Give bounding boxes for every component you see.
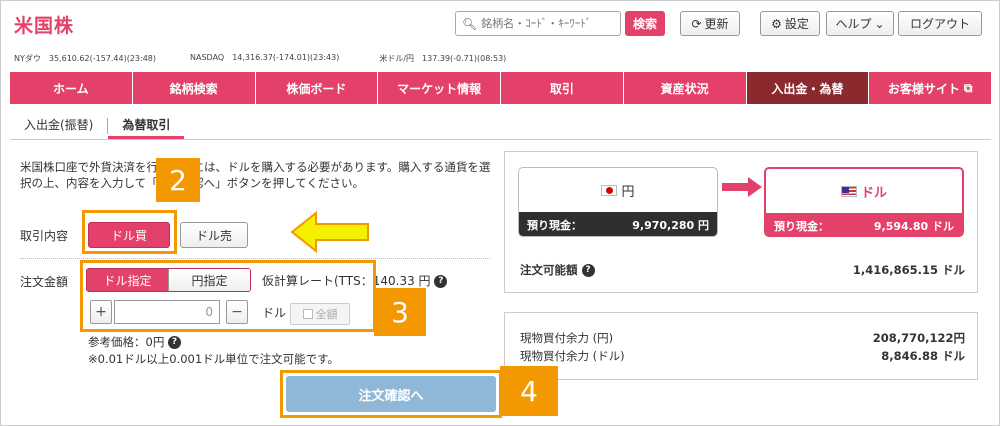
jpy-balance-card: 円 預り現金： 9,970,280 円: [518, 167, 718, 237]
ticker-item: 米ドル/円 137.39(-0.71)(08:53): [379, 54, 507, 63]
external-link-icon: ⧉: [963, 80, 973, 95]
usd-balance-card: ドル 預り現金： 9,594.80 ドル: [764, 167, 964, 237]
tab-fx-trade[interactable]: 為替取引: [108, 112, 185, 139]
reference-price: 参考価格：0円 ?: [88, 334, 181, 350]
help-menu-button[interactable]: ヘルプ ⌄: [826, 11, 894, 36]
step-badge-2: 2: [156, 158, 200, 202]
nav-assets[interactable]: 資産状況: [623, 72, 747, 104]
tab-transfer[interactable]: 入出金(振替): [10, 112, 107, 139]
help-icon[interactable]: ?: [581, 264, 595, 277]
trade-type-label: 取引内容: [20, 229, 69, 243]
refresh-button[interactable]: ⟳ 更新: [680, 11, 740, 36]
buying-power-usd: 現物買付余力 (ドル) 8,846.88 ドル: [520, 349, 965, 363]
orderable-amount: 注文可能額 ? 1,416,865.15 ドル: [520, 263, 965, 277]
divider: [20, 258, 490, 259]
settings-button[interactable]: ⚙ 設定: [760, 11, 820, 36]
nav-customer-site[interactable]: お客様サイト ⧉: [869, 72, 991, 104]
search-button[interactable]: 検索: [625, 11, 665, 36]
help-icon[interactable]: ?: [167, 336, 181, 349]
refresh-icon: ⟳: [691, 16, 702, 31]
gear-icon: ⚙: [771, 16, 782, 31]
main-nav: ホーム 銘柄検索 株価ボード マーケット情報 取引 資産状況 入出金・為替 お客…: [10, 72, 991, 104]
buying-power-panel: [504, 312, 978, 380]
nav-trade[interactable]: 取引: [501, 72, 624, 104]
nav-deposit-exchange[interactable]: 入出金・為替: [746, 72, 870, 104]
arrow-left-icon: [290, 210, 369, 254]
nav-price-board[interactable]: 株価ボード: [255, 72, 379, 104]
buying-power-jpy: 現物買付余力 (円) 208,770,122円: [520, 331, 965, 345]
arrow-right-icon: [722, 177, 762, 197]
highlight-box-2: [82, 210, 177, 254]
order-unit-note: ※0.01ドル以上0.001ドル単位で注文可能です。: [88, 352, 340, 366]
nav-market-info[interactable]: マーケット情報: [378, 72, 501, 104]
help-icon[interactable]: ?: [434, 275, 448, 288]
highlight-box-4: [280, 370, 502, 418]
step-badge-4: 4: [500, 366, 558, 416]
instruction-text: 米国株口座で外貨決済を行うためには、ドルを購入する必要があります。購入する通貨を…: [20, 160, 491, 190]
nav-home[interactable]: ホーム: [10, 72, 133, 104]
search-box[interactable]: 🔍︎: [455, 11, 622, 36]
search-icon: 🔍︎: [462, 16, 478, 31]
ticker-item: NASDAQ 14,316.37(-174.01)(23:43): [190, 53, 340, 62]
nav-stock-search[interactable]: 銘柄検索: [132, 72, 256, 104]
search-input[interactable]: [481, 17, 622, 30]
market-ticker: NYダウ 35,610.62(-157.44)(23:48) NASDAQ 14,3…: [14, 53, 506, 64]
app-logo: 米国株: [14, 15, 75, 37]
highlight-box-3: [80, 260, 376, 332]
step-badge-3: 3: [374, 288, 426, 336]
ticker-item: NYダウ 35,610.62(-157.44)(23:48): [14, 54, 157, 63]
chevron-down-icon: ⌄: [874, 16, 885, 31]
sell-usd-button[interactable]: ドル売: [180, 222, 248, 248]
logout-button[interactable]: ログアウト: [898, 11, 982, 36]
sub-tabs: 入出金(振替) 為替取引: [10, 112, 991, 140]
japan-flag-icon: [601, 184, 618, 196]
us-flag-icon: [840, 185, 857, 197]
order-amount-label: 注文金額: [20, 275, 69, 289]
